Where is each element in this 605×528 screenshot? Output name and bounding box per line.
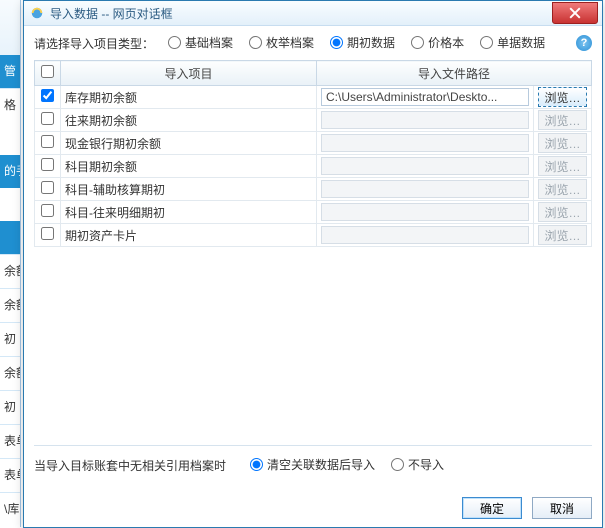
sidebar-fragment: 初 bbox=[0, 390, 20, 424]
row-checkbox-acct-aux-open[interactable] bbox=[41, 181, 54, 194]
path-input-inv-open[interactable] bbox=[321, 88, 529, 106]
sidebar-fragment: 表单 bbox=[0, 458, 20, 492]
type-radio-input-price[interactable] bbox=[411, 36, 424, 49]
type-radio-label: 单据数据 bbox=[497, 34, 545, 51]
help-icon[interactable]: ? bbox=[576, 35, 592, 51]
sidebar-fragment: 格 bbox=[0, 88, 20, 122]
browse-button-acct-aux-open: 浏览… bbox=[538, 179, 587, 199]
browse-button-ar-open: 浏览… bbox=[538, 110, 587, 130]
close-button[interactable] bbox=[552, 2, 598, 24]
sidebar-fragment: \库 bbox=[0, 492, 20, 526]
table-row: 科目期初余额 浏览… bbox=[35, 155, 592, 178]
dialog-title: 导入数据 -- 网页对话框 bbox=[50, 5, 552, 22]
path-input-acct-aux-open bbox=[321, 180, 529, 198]
row-label: 现金银行期初余额 bbox=[61, 132, 317, 155]
titlebar: 导入数据 -- 网页对话框 bbox=[24, 1, 602, 26]
row-checkbox-ar-open[interactable] bbox=[41, 112, 54, 125]
sidebar-fragment: 余额 bbox=[0, 356, 20, 390]
table-row: 科目-往来明细期初 浏览… bbox=[35, 201, 592, 224]
row-checkbox-asset-open[interactable] bbox=[41, 227, 54, 240]
type-radio-row: 请选择导入项目类型： 基础档案 枚举档案 期初数据 价格本 单据数据 ? bbox=[34, 34, 592, 52]
sidebar-fragment: 表单 bbox=[0, 424, 20, 458]
type-radio-open[interactable]: 期初数据 bbox=[330, 34, 395, 51]
type-radio-bill[interactable]: 单据数据 bbox=[480, 34, 545, 51]
sidebar-fragment bbox=[0, 122, 20, 155]
type-radio-enum[interactable]: 枚举档案 bbox=[249, 34, 314, 51]
type-radio-input-bill[interactable] bbox=[480, 36, 493, 49]
missing-ref-radio-clear[interactable]: 清空关联数据后导入 bbox=[250, 456, 375, 473]
close-icon bbox=[569, 7, 581, 19]
row-label: 科目期初余额 bbox=[61, 155, 317, 178]
type-radio-label: 枚举档案 bbox=[266, 34, 314, 51]
type-radio-label: 期初数据 bbox=[347, 34, 395, 51]
sidebar-fragment bbox=[0, 221, 20, 254]
type-radio-label: 基础档案 bbox=[185, 34, 233, 51]
row-label: 期初资产卡片 bbox=[61, 224, 317, 247]
sidebar-fragment: 的手 bbox=[0, 155, 20, 188]
ok-button[interactable]: 确定 bbox=[462, 497, 522, 519]
sidebar-fragment: 管 bbox=[0, 55, 20, 88]
dialog-buttons: 确定 取消 bbox=[462, 497, 592, 519]
missing-ref-radio-input-clear[interactable] bbox=[250, 458, 263, 471]
path-input-ar-open bbox=[321, 111, 529, 129]
type-radio-basic[interactable]: 基础档案 bbox=[168, 34, 233, 51]
sidebar-fragment: 初 bbox=[0, 322, 20, 356]
missing-ref-label: 当导入目标账套中无相关引用档案时 bbox=[34, 457, 226, 474]
sidebar-fragment: 余额 bbox=[0, 254, 20, 288]
type-radio-label: 价格本 bbox=[428, 34, 464, 51]
type-radio-price[interactable]: 价格本 bbox=[411, 34, 464, 51]
browse-button-inv-open[interactable]: 浏览… bbox=[538, 87, 587, 107]
header-project: 导入项目 bbox=[61, 61, 317, 86]
row-checkbox-acct-detail-open[interactable] bbox=[41, 204, 54, 217]
path-input-asset-open bbox=[321, 226, 529, 244]
browse-button-asset-open: 浏览… bbox=[538, 225, 587, 245]
table-row: 库存期初余额 浏览… bbox=[35, 86, 592, 109]
missing-ref-option-row: 当导入目标账套中无相关引用档案时 清空关联数据后导入 不导入 bbox=[34, 445, 592, 474]
path-input-acct-detail-open bbox=[321, 203, 529, 221]
path-input-cash-open bbox=[321, 134, 529, 152]
import-table: 导入项目 导入文件路径 库存期初余额浏览…往来期初余额浏览…现金银行期初余额浏览… bbox=[34, 60, 592, 247]
row-label: 库存期初余额 bbox=[61, 86, 317, 109]
row-checkbox-cash-open[interactable] bbox=[41, 135, 54, 148]
ie-icon bbox=[30, 6, 44, 20]
left-sidebar-fragment: 管格的手余额余额初余额初表单表单\库 bbox=[0, 0, 21, 527]
sidebar-fragment: 余额 bbox=[0, 288, 20, 322]
type-radio-input-open[interactable] bbox=[330, 36, 343, 49]
path-input-acct-open bbox=[321, 157, 529, 175]
missing-ref-radio-input-skip[interactable] bbox=[391, 458, 404, 471]
type-label: 请选择导入项目类型： bbox=[34, 35, 154, 52]
row-checkbox-inv-open[interactable] bbox=[41, 89, 54, 102]
table-row: 现金银行期初余额 浏览… bbox=[35, 132, 592, 155]
cancel-button[interactable]: 取消 bbox=[532, 497, 592, 519]
browse-button-cash-open: 浏览… bbox=[538, 133, 587, 153]
row-label: 往来期初余额 bbox=[61, 109, 317, 132]
missing-ref-radio-label: 不导入 bbox=[408, 456, 444, 473]
row-label: 科目-往来明细期初 bbox=[61, 201, 317, 224]
row-checkbox-acct-open[interactable] bbox=[41, 158, 54, 171]
missing-ref-radio-label: 清空关联数据后导入 bbox=[267, 456, 375, 473]
sidebar-fragment bbox=[0, 188, 20, 221]
select-all-checkbox[interactable] bbox=[41, 65, 54, 78]
type-radio-input-enum[interactable] bbox=[249, 36, 262, 49]
table-row: 期初资产卡片 浏览… bbox=[35, 224, 592, 247]
table-row: 科目-辅助核算期初 浏览… bbox=[35, 178, 592, 201]
browse-button-acct-open: 浏览… bbox=[538, 156, 587, 176]
browse-button-acct-detail-open: 浏览… bbox=[538, 202, 587, 222]
row-label: 科目-辅助核算期初 bbox=[61, 178, 317, 201]
import-dialog: 导入数据 -- 网页对话框 请选择导入项目类型： 基础档案 枚举档案 期初数据 价格本… bbox=[23, 0, 603, 528]
missing-ref-radio-skip[interactable]: 不导入 bbox=[391, 456, 444, 473]
header-checkbox[interactable] bbox=[35, 61, 61, 86]
header-path: 导入文件路径 bbox=[317, 61, 592, 86]
table-row: 往来期初余额 浏览… bbox=[35, 109, 592, 132]
type-radio-input-basic[interactable] bbox=[168, 36, 181, 49]
